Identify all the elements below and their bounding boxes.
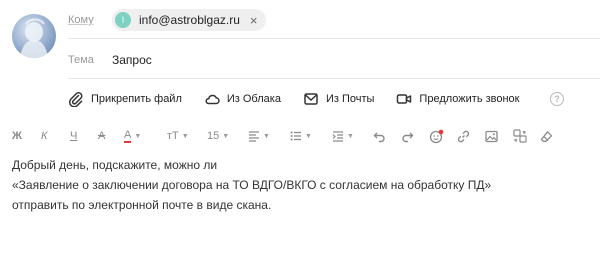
chevron-down-icon: ▼	[347, 132, 354, 140]
divider	[68, 38, 600, 39]
paperclip-icon	[68, 92, 83, 107]
attach-file-button[interactable]: Прикрепить файл	[68, 91, 182, 107]
image-button[interactable]	[485, 126, 498, 146]
redo-icon	[402, 132, 414, 142]
subject-row[interactable]: Тема Запрос	[68, 46, 600, 74]
translate-button[interactable]	[513, 126, 527, 146]
mail-icon	[304, 93, 318, 105]
sender-avatar[interactable]	[12, 14, 56, 58]
image-icon	[485, 130, 498, 142]
recipient-avatar: I	[115, 12, 131, 28]
italic-button[interactable]: К	[41, 126, 47, 146]
close-icon[interactable]: ×	[250, 14, 258, 27]
subject-input[interactable]: Запрос	[112, 53, 152, 67]
clear-format-button[interactable]	[540, 126, 553, 146]
divider	[68, 78, 600, 79]
link-icon	[457, 130, 470, 142]
undo-button[interactable]	[373, 126, 386, 146]
link-button[interactable]	[457, 126, 470, 146]
align-button[interactable]: ▼	[248, 126, 270, 146]
font-style-button[interactable]: тТ ▼	[167, 126, 189, 146]
underline-button[interactable]: Ч	[70, 126, 77, 146]
to-label[interactable]: Кому	[68, 14, 112, 26]
chevron-down-icon: ▼	[134, 132, 142, 140]
chevron-down-icon: ▼	[305, 132, 312, 140]
font-size-select[interactable]: 15 ▼	[207, 126, 229, 146]
emoji-icon	[429, 129, 444, 143]
font-size-value: 15	[207, 130, 220, 142]
message-line: Добрый день, подскажите, можно ли	[12, 158, 218, 172]
from-mail-button[interactable]: Из Почты	[303, 91, 374, 107]
suggest-call-button[interactable]: Предложить звонок	[396, 91, 520, 107]
chevron-down-icon: ▼	[181, 132, 189, 140]
text-color-button[interactable]: А ▼	[124, 126, 141, 146]
help-icon[interactable]: ?	[550, 92, 564, 106]
text-color-icon: А	[124, 128, 132, 143]
attach-file-label: Прикрепить файл	[91, 93, 182, 105]
list-button[interactable]: ▼	[290, 126, 312, 146]
translate-icon	[513, 129, 527, 143]
list-icon	[290, 131, 301, 141]
attach-toolbar: Прикрепить файл Из Облака Из Почты Предл…	[68, 89, 570, 109]
chevron-down-icon: ▼	[222, 132, 230, 140]
subject-label: Тема	[68, 54, 94, 66]
align-left-icon	[249, 131, 259, 142]
indent-button[interactable]: ▼	[332, 126, 354, 146]
emoji-button[interactable]	[429, 126, 444, 146]
cloud-icon	[205, 94, 220, 105]
font-size-icon: тТ	[167, 130, 179, 142]
recipient-email: info@astroblgaz.ru	[139, 13, 240, 27]
strikethrough-button[interactable]: А	[98, 126, 105, 146]
video-call-icon	[397, 94, 412, 104]
from-cloud-button[interactable]: Из Облака	[204, 91, 281, 107]
message-line: отправить по электронной почте в виде ск…	[12, 198, 272, 212]
from-cloud-label: Из Облака	[226, 93, 281, 105]
to-row: Кому I info@astroblgaz.ru ×	[68, 6, 600, 34]
message-line: «Заявление о заключении договора на ТО В…	[12, 178, 492, 192]
undo-icon	[373, 132, 385, 142]
format-toolbar: Ж К Ч А А ▼ тТ ▼ 15 ▼ ▼ ▼ ▼	[0, 126, 600, 146]
chevron-down-icon: ▼	[263, 132, 270, 140]
recipient-chip[interactable]: I info@astroblgaz.ru ×	[112, 9, 266, 31]
indent-icon	[332, 131, 343, 142]
from-mail-label: Из Почты	[325, 93, 375, 105]
redo-button[interactable]	[401, 126, 414, 146]
bold-button[interactable]: Ж	[12, 126, 22, 146]
eraser-icon	[540, 130, 553, 142]
message-body[interactable]: Добрый день, подскажите, можно ли «Заявл…	[12, 155, 592, 215]
suggest-call-label: Предложить звонок	[419, 93, 520, 105]
